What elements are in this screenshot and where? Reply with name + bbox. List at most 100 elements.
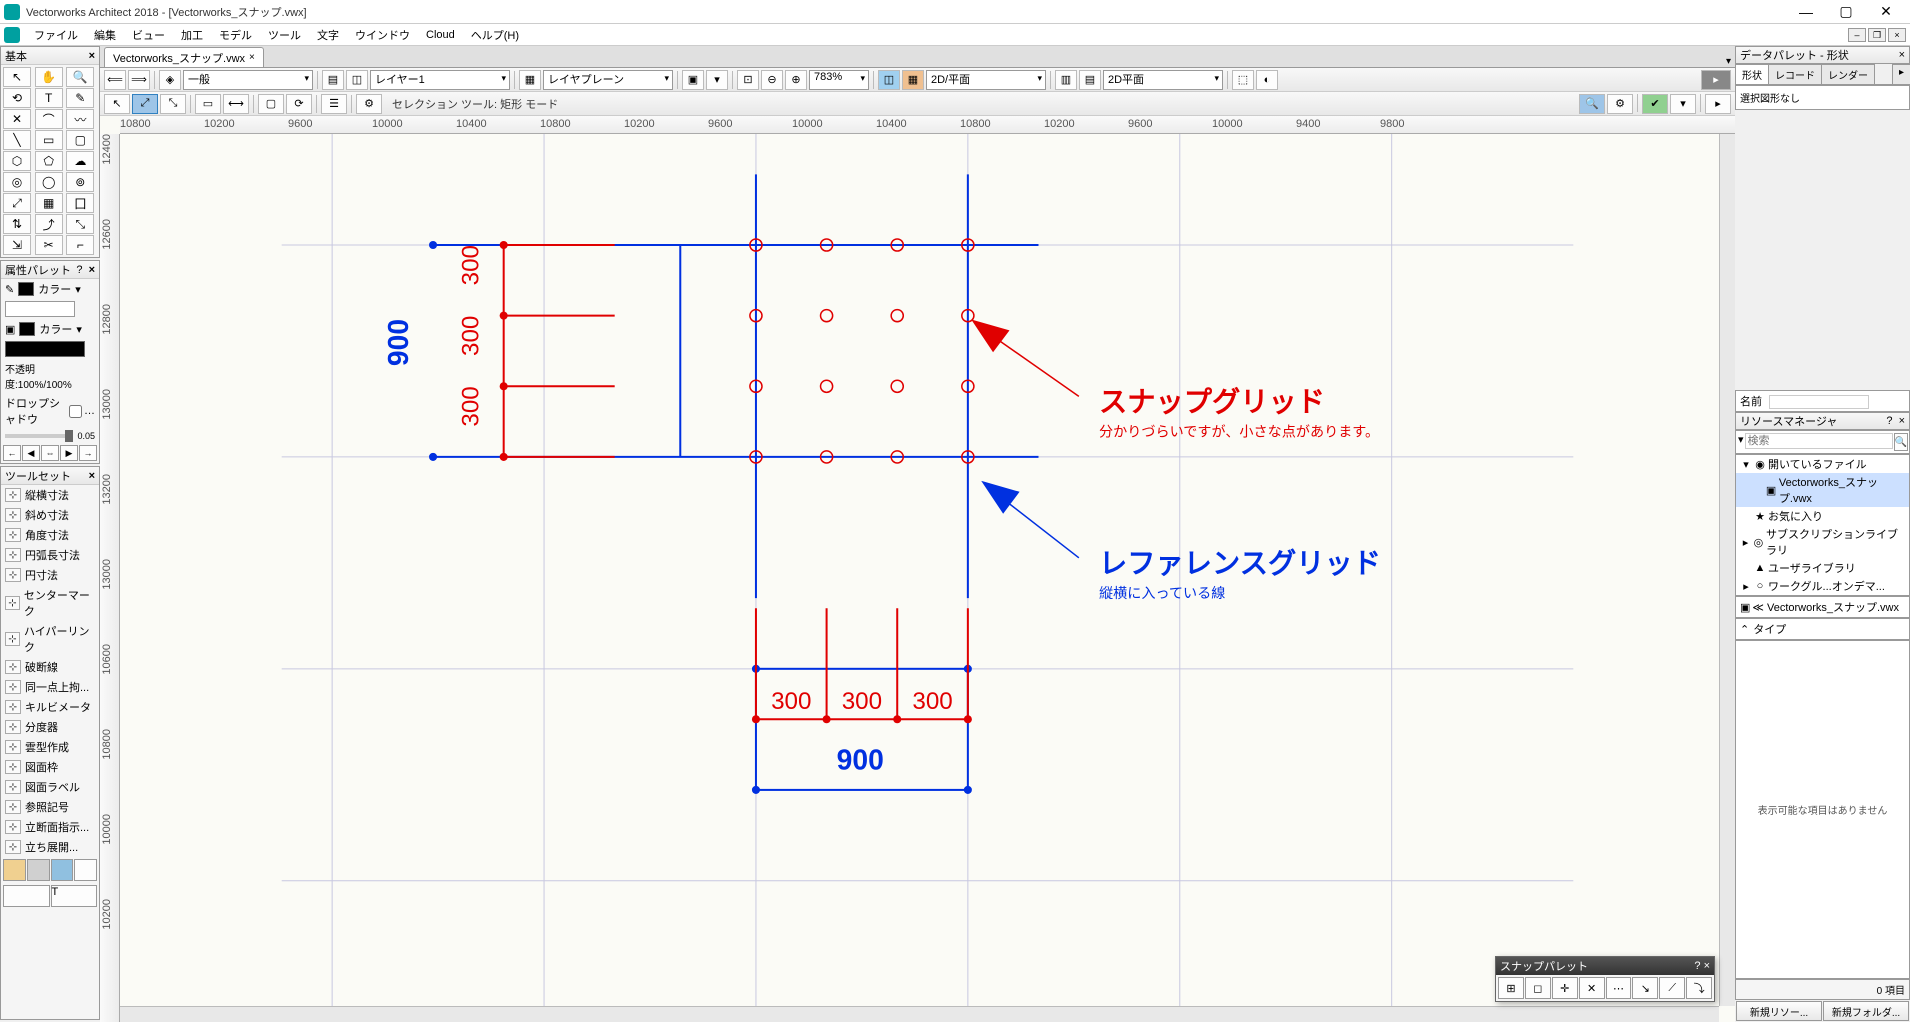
paint-tool[interactable]: ▦: [35, 193, 63, 213]
close-button[interactable]: ✕: [1866, 1, 1906, 23]
scale-tool[interactable]: ⤡: [66, 214, 94, 234]
arc-tool[interactable]: ⌒: [35, 109, 63, 129]
tree-row[interactable]: ▾◉開いているファイル: [1736, 455, 1909, 473]
tree-row[interactable]: ▸◎サブスクリプションライブラリ: [1736, 525, 1909, 559]
toolset-close-icon[interactable]: ×: [89, 470, 95, 482]
toolset-item[interactable]: ⊹縦横寸法: [1, 485, 99, 505]
toolset-item[interactable]: ⊹角度寸法: [1, 525, 99, 545]
toolset-item[interactable]: ⊹分度器: [1, 717, 99, 737]
menu-text[interactable]: 文字: [309, 25, 347, 45]
snap-toggle[interactable]: ◫: [878, 70, 900, 90]
doc-tab-close-icon[interactable]: ×: [249, 52, 255, 63]
arrow-start-btn[interactable]: ←: [3, 445, 21, 461]
document-tab[interactable]: Vectorworks_スナップ.vwx ×: [104, 47, 264, 67]
mode-r5[interactable]: ▸: [1705, 94, 1731, 114]
toolset-item[interactable]: ⊹図面ラベル: [1, 777, 99, 797]
flyover-tool[interactable]: ⟲: [3, 88, 31, 108]
tree-row[interactable]: ★お気に入り: [1736, 507, 1909, 525]
basic-close-icon[interactable]: ×: [89, 50, 95, 62]
mode-r4[interactable]: ▾: [1670, 94, 1696, 114]
layer-vis-icon[interactable]: ◫: [346, 70, 368, 90]
snap-distance-btn[interactable]: ↘: [1632, 977, 1658, 999]
tree-row[interactable]: ▲ユーザライブラリ: [1736, 559, 1909, 577]
maximize-button[interactable]: ▢: [1826, 1, 1866, 23]
menu-edit[interactable]: 編集: [86, 25, 124, 45]
toolset-item[interactable]: ⊹センターマーク: [1, 585, 99, 621]
view-select[interactable]: 2D/平面: [926, 70, 1046, 90]
layer-icon[interactable]: ▤: [322, 70, 344, 90]
render-icon-2[interactable]: ▤: [1079, 70, 1101, 90]
arrow-end-btn[interactable]: →: [79, 445, 97, 461]
tree-expand-icon[interactable]: [1752, 484, 1764, 496]
snap-close-icon[interactable]: ×: [1704, 960, 1710, 972]
tabs-collapse-icon[interactable]: ▾: [1726, 56, 1731, 67]
data-tab-record[interactable]: レコード: [1768, 64, 1822, 84]
data-palette-close-icon[interactable]: ×: [1899, 49, 1905, 61]
rect-tool[interactable]: ▭: [35, 130, 63, 150]
render-btn-1[interactable]: ⬚: [1232, 70, 1254, 90]
view-mode-3[interactable]: [51, 859, 74, 881]
data-tab-shape[interactable]: 形状: [1735, 64, 1769, 84]
mode-4[interactable]: ▭: [195, 94, 221, 114]
wall-tool[interactable]: 囗: [66, 193, 94, 213]
new-resource-button[interactable]: 新規リソー...: [1736, 1001, 1822, 1021]
search-menu-icon[interactable]: ▾: [1738, 433, 1744, 451]
polygon-tool[interactable]: ⬠: [35, 151, 63, 171]
thickness-slider[interactable]: [5, 434, 73, 438]
snap-intersect-btn[interactable]: ✕: [1579, 977, 1605, 999]
polyline-tool[interactable]: ⬡: [3, 151, 31, 171]
view-mode-4[interactable]: [74, 859, 97, 881]
sheet-dd-icon[interactable]: ▾: [706, 70, 728, 90]
forward-button[interactable]: ⟹: [128, 70, 150, 90]
toolset-item[interactable]: ⊹円寸法: [1, 565, 99, 585]
snap-edge-btn[interactable]: ⟋: [1659, 977, 1685, 999]
menu-window[interactable]: ウインドウ: [347, 25, 418, 45]
zoom-out-icon[interactable]: ⊖: [761, 70, 783, 90]
breadcrumb[interactable]: ≪ Vectorworks_スナップ.vwx: [1752, 599, 1899, 615]
collapse-toolbar-btn[interactable]: ▸: [1701, 70, 1731, 90]
view-mode-1[interactable]: [3, 859, 26, 881]
plane-icon[interactable]: ▦: [519, 70, 541, 90]
arrow-prev-btn[interactable]: ◀: [22, 445, 40, 461]
menu-help[interactable]: ヘルプ(H): [463, 25, 527, 45]
offset-tool[interactable]: ⇲: [3, 235, 31, 255]
canvas[interactable]: 300 300 300 900: [120, 134, 1735, 1022]
mode-3[interactable]: ⤡: [160, 94, 186, 114]
toolset-item[interactable]: ⊹図面枠: [1, 757, 99, 777]
eyedropper-tool[interactable]: ⤢: [3, 193, 31, 213]
render-icon-1[interactable]: ▥: [1055, 70, 1077, 90]
resource-close-icon[interactable]: ×: [1899, 415, 1905, 427]
type-expand-icon[interactable]: ⌃: [1740, 623, 1749, 636]
layer-select[interactable]: レイヤー1: [370, 70, 510, 90]
mode-5[interactable]: ⟷: [223, 94, 249, 114]
toolset-item[interactable]: ⊹雲型作成: [1, 737, 99, 757]
dropdown-icon[interactable]: ▾: [75, 283, 81, 296]
breadcrumb-icon[interactable]: ▣: [1740, 601, 1750, 614]
sheet-icon[interactable]: ▣: [682, 70, 704, 90]
snap-tangent-btn[interactable]: ⤵: [1686, 977, 1712, 999]
snap-grid-btn[interactable]: ⊞: [1498, 977, 1524, 999]
round-rect-tool[interactable]: ▢: [66, 130, 94, 150]
minimize-button[interactable]: —: [1786, 1, 1826, 23]
view-mode-6[interactable]: T: [51, 885, 98, 907]
tree-expand-icon[interactable]: ▸: [1740, 536, 1751, 548]
new-folder-button[interactable]: 新規フォルダ...: [1823, 1001, 1909, 1021]
mode-r2[interactable]: ⚙: [1607, 94, 1633, 114]
tree-expand-icon[interactable]: [1740, 510, 1752, 522]
callout-tool[interactable]: ✎: [66, 88, 94, 108]
oval-tool[interactable]: ◯: [35, 172, 63, 192]
mode-7[interactable]: ⟳: [286, 94, 312, 114]
attr-close-icon[interactable]: ×: [89, 264, 95, 276]
fillet-tool[interactable]: ⌐: [66, 235, 94, 255]
name-input[interactable]: [1769, 395, 1869, 409]
menu-file[interactable]: ファイル: [26, 25, 86, 45]
view-mode-2[interactable]: [27, 859, 50, 881]
doc-restore-button[interactable]: ❐: [1868, 28, 1886, 42]
data-tab-more[interactable]: ▸: [1892, 64, 1910, 84]
back-button[interactable]: ⟸: [104, 70, 126, 90]
circle-tool[interactable]: ⊚: [66, 172, 94, 192]
render-btn-2[interactable]: ◐: [1256, 70, 1278, 90]
plane-select[interactable]: レイヤプレーン: [543, 70, 673, 90]
line-tool[interactable]: ╲: [3, 130, 31, 150]
tree-expand-icon[interactable]: [1740, 562, 1752, 574]
